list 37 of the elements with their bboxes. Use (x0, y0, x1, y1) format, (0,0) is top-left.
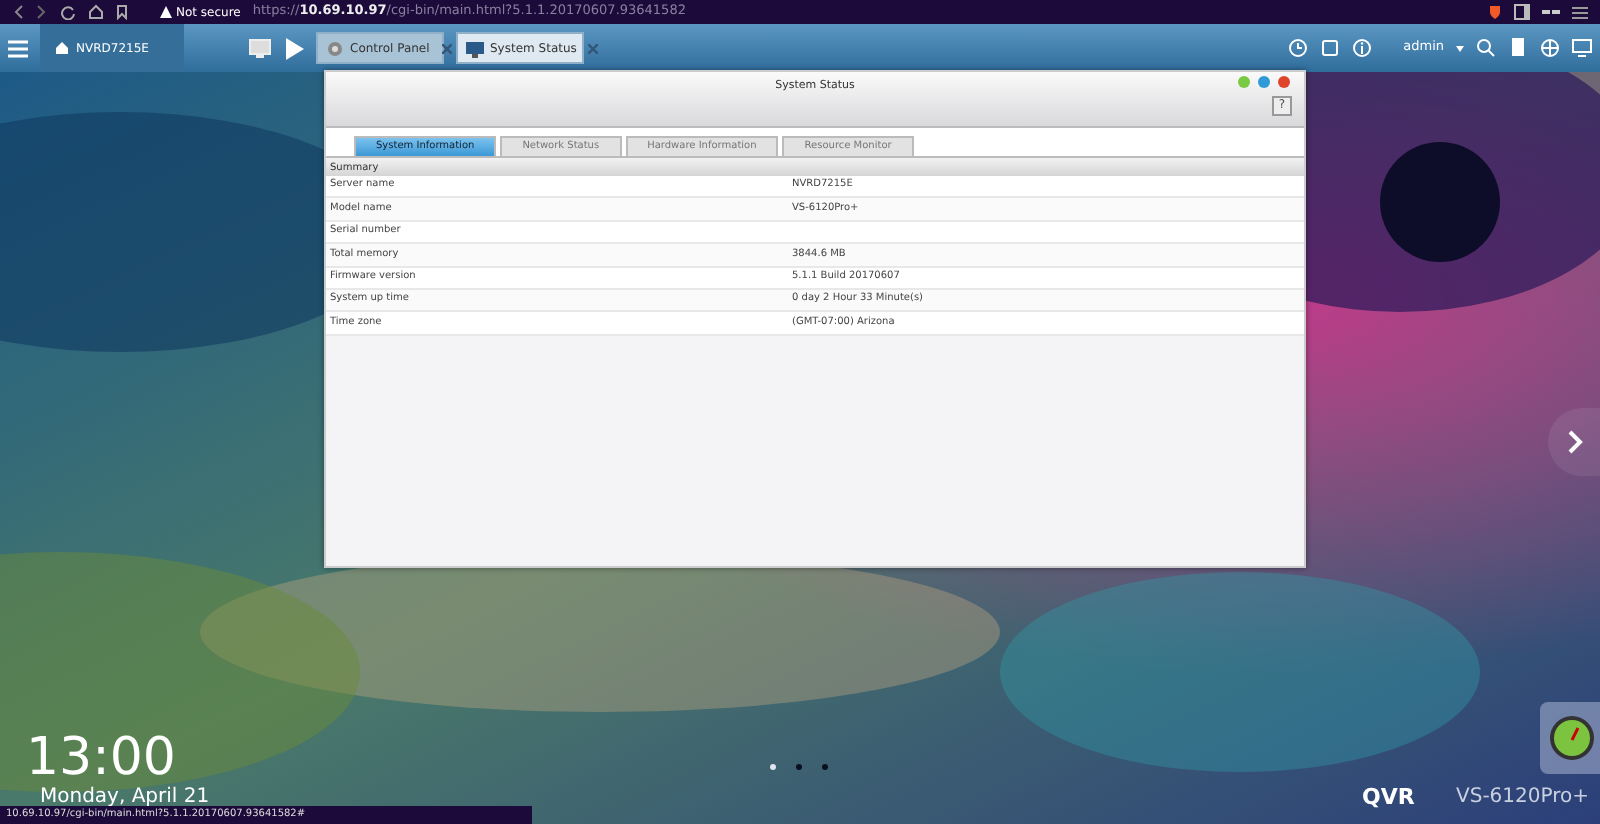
home-icon (56, 42, 68, 54)
reload-icon[interactable] (60, 4, 76, 20)
clock-icon[interactable] (1287, 38, 1308, 58)
play-icon[interactable] (284, 37, 304, 59)
chevron-right-icon (1568, 430, 1584, 454)
globe-icon[interactable] (1540, 38, 1560, 58)
info-icon[interactable] (1351, 38, 1372, 58)
glasses-icon[interactable] (1542, 6, 1560, 18)
sidebar-icon[interactable] (1514, 4, 1530, 20)
close-icon[interactable] (441, 43, 452, 53)
caret-icon[interactable] (1456, 45, 1464, 51)
next-page-button[interactable] (1548, 408, 1600, 476)
date: Monday, April 21 (40, 788, 210, 808)
gauge-icon (1548, 714, 1596, 762)
page-indicator-dot[interactable] (796, 764, 802, 770)
page-indicator-dot[interactable] (822, 764, 828, 770)
gear-icon (326, 39, 344, 57)
menu-icon[interactable] (1572, 5, 1588, 19)
document-icon[interactable] (1508, 38, 1528, 58)
monitor-icon (466, 39, 484, 57)
screen-icon[interactable] (1319, 38, 1340, 58)
page-indicator-dot[interactable] (770, 764, 776, 770)
warning-icon (160, 6, 172, 18)
forward-icon[interactable] (36, 4, 48, 20)
maximize-button[interactable] (1258, 76, 1270, 88)
dashboard-button[interactable] (1540, 702, 1600, 774)
close-button[interactable] (1278, 76, 1290, 88)
clock: 13:00 (26, 732, 176, 784)
brand-name: QVR (1362, 782, 1415, 814)
home-icon[interactable] (88, 4, 104, 20)
shield-icon[interactable] (1488, 4, 1502, 20)
monitor-icon[interactable] (1572, 38, 1592, 58)
monitor-icon[interactable] (248, 37, 272, 59)
bookmark-icon[interactable] (116, 4, 128, 20)
back-icon[interactable] (12, 4, 24, 20)
model-name: VS-6120Pro+ (1456, 784, 1589, 812)
search-icon[interactable] (1476, 38, 1496, 58)
